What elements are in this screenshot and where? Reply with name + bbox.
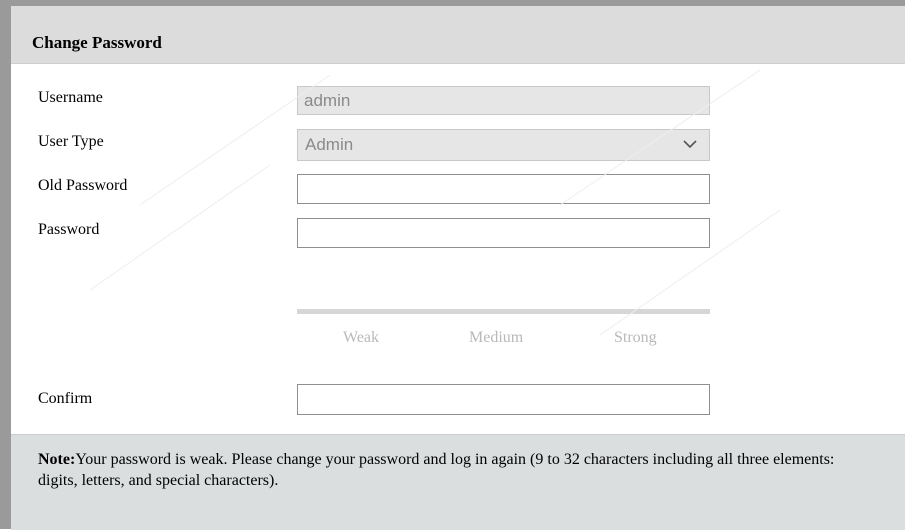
watermark-pattern bbox=[89, 69, 781, 336]
change-password-dialog: Change Password Username User Type Admin… bbox=[0, 0, 905, 530]
